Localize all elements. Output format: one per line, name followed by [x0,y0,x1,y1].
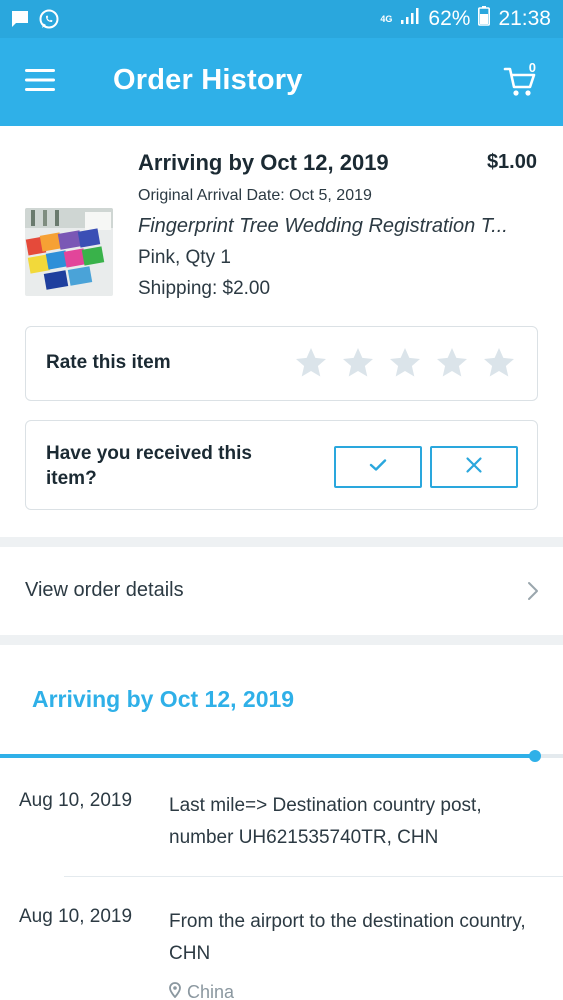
star-rating [293,345,517,381]
chat-bubble-icon [10,9,30,34]
received-no-button[interactable] [430,446,518,488]
star-icon[interactable] [434,345,470,381]
signal-icon [400,7,420,31]
app-bar: Order History 0 [0,38,563,126]
view-order-details-row[interactable]: View order details [0,547,563,635]
tracking-event-location-label: China [187,982,235,1000]
section-divider [0,635,563,645]
star-icon[interactable] [340,345,376,381]
item-price: $1.00 [486,151,537,173]
tracking-event-date: Aug 10, 2019 [19,906,133,927]
product-name[interactable]: Fingerprint Tree Wedding Registration T.… [138,215,538,238]
check-icon [369,458,387,477]
shipping-cost: Shipping: $2.00 [138,278,271,299]
view-order-details-label: View order details [25,579,184,601]
tracking-event: Aug 10, 2019 Last mile=> Destination cou… [0,786,563,876]
star-icon[interactable] [387,345,423,381]
page-title: Order History [113,64,303,96]
chevron-right-icon [527,581,539,606]
rate-item-label: Rate this item [46,352,171,373]
tracking-event-location: China [169,982,234,1000]
status-notifications [10,8,60,35]
rate-item-card: Rate this item [25,326,538,401]
close-icon [465,456,483,479]
battery-icon [478,6,491,32]
tracking-progress-marker [529,750,541,762]
status-bar: 4G 62% 21:38 [0,0,563,38]
whatsapp-icon [38,8,60,35]
received-yes-button[interactable] [334,446,422,488]
menu-button[interactable] [18,60,62,104]
network-type: 4G [380,13,393,24]
tracking-event-date: Aug 10, 2019 [19,790,133,811]
section-divider [0,537,563,547]
star-icon[interactable] [293,345,329,381]
battery-percent: 62% [428,7,471,30]
received-item-card: Have you received this item? [25,420,538,510]
tracking-event-description: From the airport to the destination coun… [169,911,526,964]
received-question: Have you received this item? [46,443,252,489]
network-icon: 4G [380,13,393,24]
status-system: 4G 62% 21:38 [380,6,551,32]
original-arrival-date: Original Arrival Date: Oct 5, 2019 [138,187,372,204]
tracking-event: Aug 10, 2019 From the airport to the des… [0,902,563,1000]
star-icon[interactable] [481,345,517,381]
tracking-progress-fill [0,754,535,758]
product-variant: Pink, Qty 1 [138,247,231,268]
cart-button[interactable]: 0 [501,58,545,102]
tracking-event-description: Last mile=> Destination country post, nu… [169,795,482,848]
cart-count-badge: 0 [528,60,536,75]
tracking-title: Arriving by Oct 12, 2019 [32,686,295,712]
item-arrival-title: Arriving by Oct 12, 2019 [138,150,389,175]
location-pin-icon [169,982,181,1000]
product-thumbnail[interactable] [25,208,113,296]
clock: 21:38 [498,7,551,30]
menu-icon [24,68,56,97]
event-divider [64,876,563,877]
